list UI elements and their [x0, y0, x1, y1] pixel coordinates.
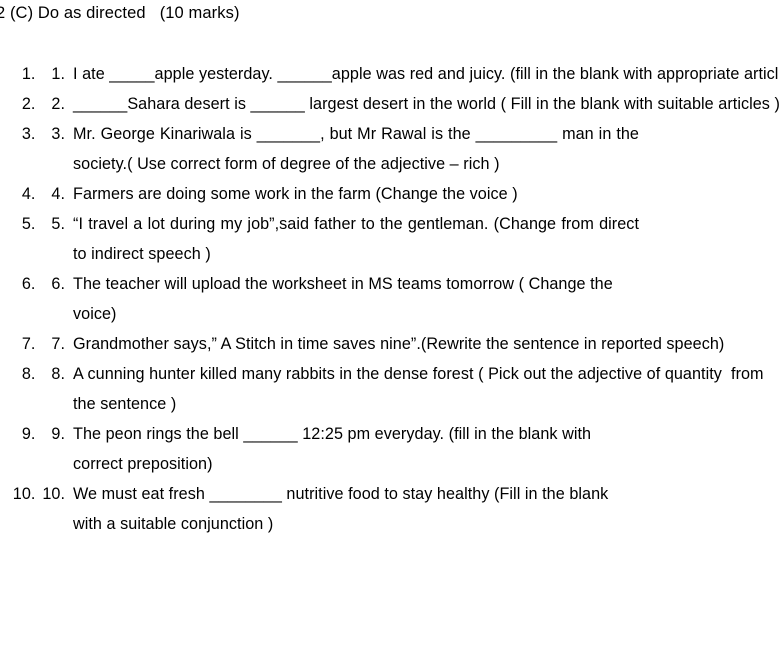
- question-item: 10. We must eat fresh ________ nutritive …: [40, 479, 779, 539]
- question-item: 5. “I travel a lot during my job”,said fa…: [40, 209, 779, 269]
- question-item: 6. The teacher will upload the worksheet …: [40, 269, 779, 329]
- question-text: We must eat fresh ________ nutritive foo…: [73, 485, 613, 533]
- question-text: Farmers are doing some work in the farm …: [73, 185, 518, 203]
- question-list: 1. I ate _____apple yesterday. ______appl…: [0, 59, 779, 539]
- question-number: 10.: [42, 485, 65, 503]
- section-heading: 2 (C) Do as directed (10 marks): [0, 4, 240, 22]
- question-text: Mr. George Kinariwala is _______, but Mr…: [73, 125, 644, 173]
- question-number: 6.: [51, 275, 65, 293]
- question-text: The teacher will upload the worksheet in…: [73, 275, 618, 323]
- question-item: 3. Mr. George Kinariwala is _______, but …: [40, 119, 779, 179]
- question-item: 1. I ate _____apple yesterday. ______appl…: [40, 59, 779, 89]
- question-text: The peon rings the bell ______ 12:25 pm …: [73, 425, 596, 473]
- question-text: Grandmother says,” A Stitch in time save…: [73, 335, 725, 353]
- question-item: 2. ______Sahara desert is ______ largest …: [40, 89, 779, 119]
- question-item: 4. Farmers are doing some work in the far…: [40, 179, 779, 209]
- question-item: 8. A cunning hunter killed many rabbits i…: [40, 359, 779, 419]
- question-number: 7.: [51, 335, 65, 353]
- question-item: 7. Grandmother says,” A Stitch in time sa…: [40, 329, 779, 359]
- question-text: I ate _____apple yesterday. ______apple …: [73, 65, 779, 83]
- question-number: 3.: [51, 125, 65, 143]
- question-number: 2.: [51, 95, 65, 113]
- question-number: 8.: [51, 365, 65, 383]
- question-item: 9. The peon rings the bell ______ 12:25 p…: [40, 419, 779, 479]
- question-number: 5.: [51, 215, 65, 233]
- question-text: A cunning hunter killed many rabbits in …: [73, 365, 769, 413]
- question-number: 9.: [51, 425, 65, 443]
- question-number: 4.: [51, 185, 65, 203]
- document-page: 2 (C) Do as directed (10 marks) 1. I ate …: [0, 0, 779, 645]
- question-text: “I travel a lot during my job”,said fath…: [73, 215, 644, 263]
- question-number: 1.: [51, 65, 65, 83]
- question-text: ______Sahara desert is ______ largest de…: [73, 95, 779, 113]
